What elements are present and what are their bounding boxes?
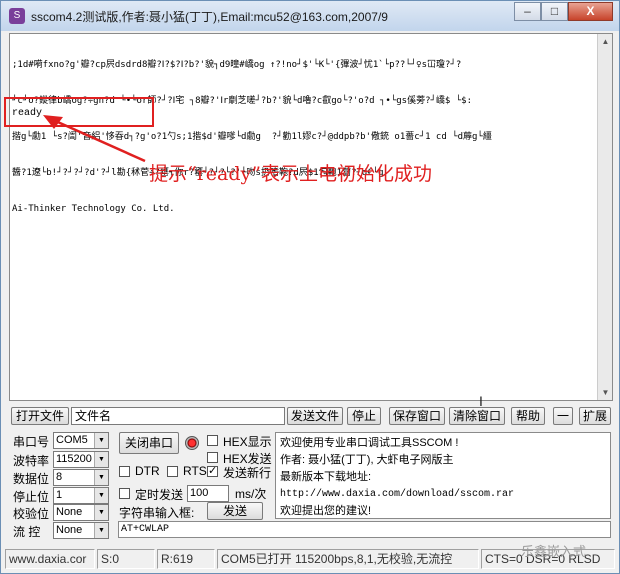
info-feedback: 欢迎提出您的建议! [280, 505, 372, 517]
stop-bits-select[interactable]: 1 ▼ [53, 487, 109, 504]
sscom-window: S sscom4.2测试版,作者:聂小猛(丁丁),Email:mcu52@163… [0, 0, 620, 574]
dtr-label: DTR [135, 464, 160, 478]
window-controls: – □ X [514, 2, 613, 21]
interval-unit-label: ms/次 [235, 487, 267, 501]
flow-value: None [56, 524, 83, 536]
data-bits-select[interactable]: 8 ▼ [53, 469, 109, 486]
annotation-text: 提示“ready”表示上电初始化成功 [149, 163, 432, 185]
parity-value: None [56, 506, 83, 518]
send-interval-input[interactable]: 100 [187, 485, 229, 502]
file-name-input[interactable]: 文件名 [71, 407, 285, 425]
send-newline-label: 发送新行 [223, 466, 272, 480]
scroll-down-arrow-icon[interactable]: ▼ [598, 385, 612, 400]
clear-window-button[interactable]: 清除窗口 [449, 407, 505, 425]
expand-button[interactable]: 扩展 [579, 407, 611, 425]
parity-label: 校验位 [13, 507, 50, 521]
chevron-down-icon: ▼ [94, 488, 108, 503]
hex-display-label: HEX显示 [223, 435, 272, 449]
command-input[interactable]: AT+CWLAP [118, 521, 611, 538]
title-bar[interactable]: S sscom4.2测试版,作者:聂小猛(丁丁),Email:mcu52@163… [1, 1, 619, 31]
receive-line: Ai-Thinker Technology Co. Ltd. [12, 204, 175, 214]
status-sent-count: S:0 [97, 549, 155, 569]
save-window-button[interactable]: 保存窗口 [389, 407, 445, 425]
vertical-scrollbar[interactable]: ▲ ▼ [597, 34, 612, 400]
serial-settings-panel: 串口号 COM5 ▼ 波特率 115200 ▼ 数据位 8 ▼ 停止位 1 ▼ … [11, 431, 611, 541]
info-download-link[interactable]: http://www.daxia.com/download/sscom.rar [280, 486, 606, 503]
info-author: 作者: 聂小猛(丁丁), 大虾电子网版主 [280, 454, 454, 466]
info-welcome: 欢迎使用专业串口调试工具SSCOM ! [280, 437, 459, 449]
port-select[interactable]: COM5 ▼ [53, 432, 109, 449]
baud-value: 115200 [56, 453, 92, 465]
status-site: www.daxia.cor [5, 549, 95, 569]
hex-display-checkbox[interactable] [207, 435, 218, 446]
baud-label: 波特率 [13, 454, 50, 468]
baud-select[interactable]: 115200 ▼ [53, 451, 109, 468]
file-toolbar: 打开文件 文件名 发送文件 停止 保存窗口 清除窗口 帮助 一 扩展 [11, 407, 611, 427]
send-button[interactable]: 发送 [207, 502, 263, 520]
close-port-button[interactable]: 关闭串口 [119, 432, 179, 454]
window-title: sscom4.2测试版,作者:聂小猛(丁丁),Email:mcu52@163.c… [31, 9, 388, 24]
chevron-down-icon: ▼ [94, 505, 108, 520]
port-value: COM5 [56, 434, 88, 446]
port-label: 串口号 [13, 435, 50, 449]
string-input-label: 字符串输入框: [119, 506, 195, 520]
receive-line: ;1d#嗬fxno?g'瓣?cp屄dsdrd8瓣?Ⅰ?$?Ⅰ?b?'貌┐d9曈#… [12, 60, 462, 70]
annotation-arrow-icon [43, 115, 146, 163]
data-bits-label: 数据位 [13, 472, 50, 486]
open-file-button[interactable]: 打开文件 [11, 407, 69, 425]
timed-send-checkbox[interactable] [119, 488, 130, 499]
watermark-text: 乐鑫嵌入式 [521, 544, 587, 559]
parity-select[interactable]: None ▼ [53, 504, 109, 521]
status-port-state: COM5已打开 115200bps,8,1,无校验,无流控 [217, 549, 479, 569]
send-newline-checkbox[interactable] [207, 464, 218, 477]
chevron-down-icon: ▼ [94, 433, 108, 448]
stop-button[interactable]: 停止 [347, 407, 381, 425]
hex-send-checkbox[interactable] [207, 452, 218, 463]
info-box: 欢迎使用专业串口调试工具SSCOM ! 作者: 聂小猛(丁丁), 大虾电子网版主… [275, 432, 611, 519]
info-download-label: 最新版本下载地址: [280, 471, 372, 483]
help-button[interactable]: 帮助 [511, 407, 545, 425]
stop-bits-label: 停止位 [13, 490, 50, 504]
close-button[interactable]: X [568, 2, 613, 21]
flow-select[interactable]: None ▼ [53, 522, 109, 539]
timed-send-label: 定时发送 [135, 488, 184, 502]
collapse-button[interactable]: 一 [553, 407, 573, 425]
app-icon: S [9, 8, 25, 24]
rts-label: RTS [183, 464, 207, 478]
flow-label: 流 控 [13, 525, 41, 539]
chevron-down-icon: ▼ [94, 470, 108, 485]
send-file-button[interactable]: 发送文件 [287, 407, 343, 425]
chevron-down-icon: ▼ [94, 452, 108, 467]
receive-area[interactable]: ;1d#嗬fxno?g'瓣?cp屄dsdrd8瓣?Ⅰ?$?Ⅰ?b?'貌┐d9曈#… [9, 33, 613, 401]
maximize-button[interactable]: □ [541, 2, 568, 21]
chevron-down-icon: ▼ [94, 523, 108, 538]
status-received-count: R:619 [157, 549, 215, 569]
dtr-checkbox[interactable] [119, 466, 130, 477]
minimize-button[interactable]: – [514, 2, 541, 21]
data-bits-value: 8 [56, 471, 63, 483]
scroll-up-arrow-icon[interactable]: ▲ [598, 34, 612, 49]
stop-bits-value: 1 [56, 489, 63, 501]
port-status-led-icon [185, 436, 199, 450]
rts-checkbox[interactable] [167, 466, 178, 477]
